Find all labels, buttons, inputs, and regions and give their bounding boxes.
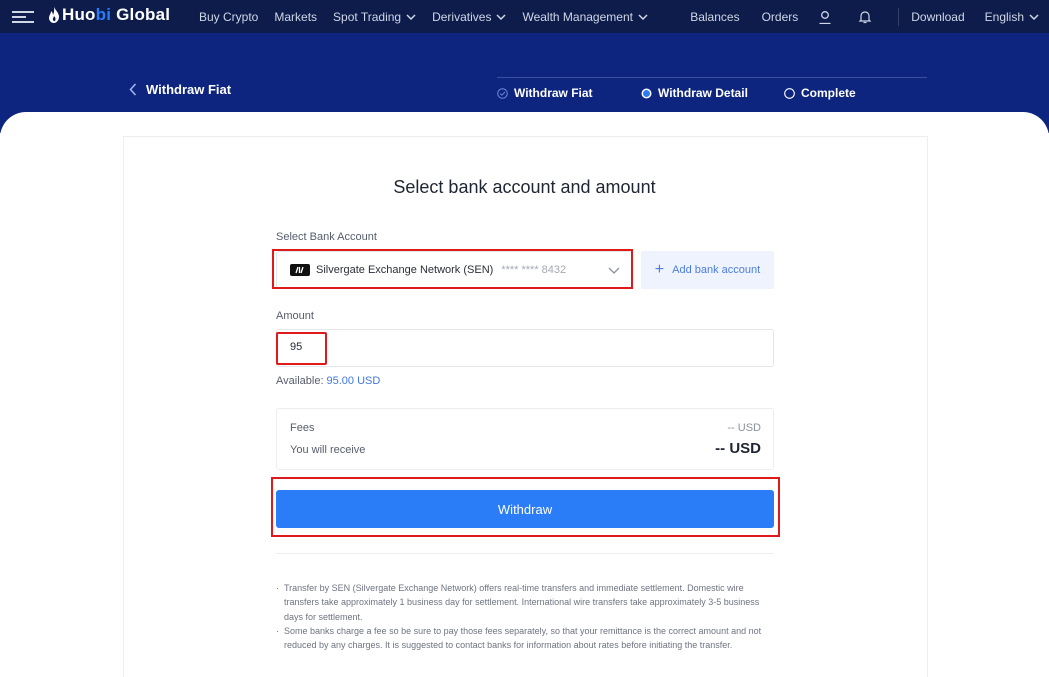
- highlight-bank-account: [272, 249, 633, 289]
- nav-derivatives[interactable]: Derivatives: [432, 10, 506, 24]
- amount-field-frame[interactable]: [276, 329, 774, 367]
- highlight-withdraw: [271, 477, 780, 537]
- fees-value: -- USD: [727, 422, 761, 434]
- chevron-left-icon: [129, 83, 137, 96]
- nav-orders[interactable]: Orders: [762, 10, 799, 24]
- fees-summary: [276, 408, 774, 470]
- menu-icon[interactable]: [12, 10, 34, 24]
- chevron-down-icon: [496, 13, 506, 20]
- nav-spot-trading[interactable]: Spot Trading: [333, 10, 416, 24]
- fees-label: Fees: [290, 422, 315, 434]
- highlight-amount: [276, 332, 327, 365]
- available-balance: Available: 95.00 USD: [276, 375, 381, 387]
- active-step-icon: [641, 88, 652, 98]
- bell-icon[interactable]: [858, 10, 872, 24]
- nav-balances[interactable]: Balances: [690, 10, 739, 24]
- circle-icon: [784, 87, 795, 99]
- top-nav: Huobi Global Buy Crypto Markets Spot Tra…: [0, 0, 1049, 33]
- chevron-down-icon: [406, 13, 416, 20]
- note-item: · Transfer by SEN (Silvergate Exchange Ne…: [276, 583, 760, 622]
- plus-icon: +: [654, 261, 665, 278]
- nav-buy-crypto[interactable]: Buy Crypto: [199, 10, 258, 24]
- chevron-down-icon: [638, 13, 648, 20]
- user-icon[interactable]: [818, 10, 832, 24]
- available-balance-value: 95.00 USD: [326, 375, 381, 387]
- withdraw-notes: · Transfer by SEN (Silvergate Exchange Ne…: [276, 581, 772, 652]
- step-withdraw-detail: Withdraw Detail: [641, 86, 748, 100]
- bank-account-label: Select Bank Account: [276, 231, 377, 243]
- logo-text: Huobi Global: [62, 5, 171, 24]
- receive-value: -- USD: [715, 440, 761, 457]
- note-item: · Some banks charge a fee so be sure to …: [276, 625, 762, 651]
- form-title: Select bank account and amount: [393, 177, 656, 197]
- language-selector[interactable]: English: [985, 10, 1039, 24]
- back-button[interactable]: Withdraw Fiat: [129, 82, 231, 97]
- check-circle-icon: [497, 87, 508, 99]
- page-title: Withdraw Fiat: [146, 82, 232, 97]
- step-complete: Complete: [784, 86, 856, 100]
- section-divider: [276, 553, 774, 554]
- flame-icon: [49, 7, 59, 23]
- nav-divider: [898, 7, 900, 26]
- add-bank-account-button[interactable]: + Add bank account: [641, 251, 774, 289]
- chevron-down-icon: [1029, 13, 1039, 20]
- nav-markets[interactable]: Markets: [274, 10, 317, 24]
- steps-divider: [497, 77, 927, 78]
- nav-download[interactable]: Download: [911, 10, 964, 24]
- receive-label: You will receive: [290, 444, 366, 456]
- step-withdraw-fiat: Withdraw Fiat: [497, 86, 593, 100]
- amount-label: Amount: [276, 310, 314, 322]
- nav-wealth-management[interactable]: Wealth Management: [522, 10, 648, 24]
- huobi-logo[interactable]: Huobi Global: [48, 5, 170, 25]
